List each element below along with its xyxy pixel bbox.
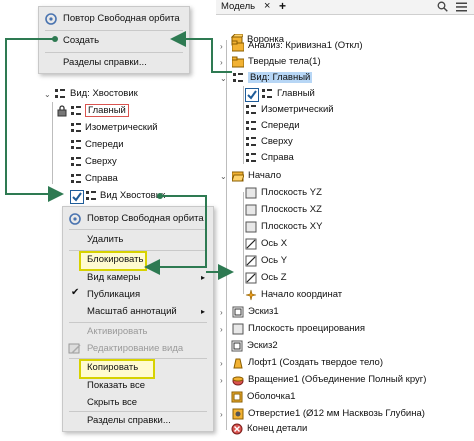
arrow-lock: [146, 196, 206, 267]
arrow-create: [172, 39, 232, 72]
arrow-to-new-view: [6, 39, 62, 194]
annotation-arrows: [0, 0, 474, 436]
